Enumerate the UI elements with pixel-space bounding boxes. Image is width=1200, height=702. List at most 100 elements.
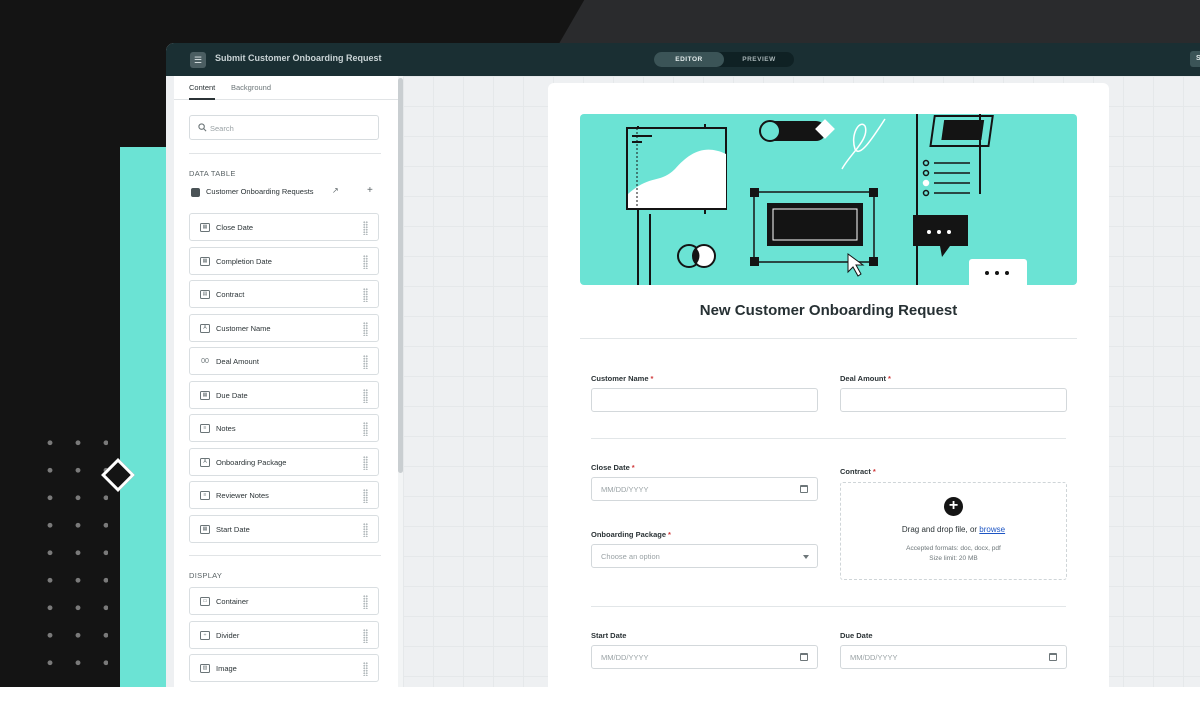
drag-handle-icon[interactable] [363,455,368,470]
chevron-down-icon[interactable] [803,555,809,559]
due-date-input[interactable]: MM/DD/YYYY [840,645,1067,669]
field-item-label: Onboarding Package [216,457,287,467]
customer-name-label: Customer Name * [591,374,654,383]
notes-icon: ≡ [200,491,210,500]
field-item[interactable]: A Onboarding Package [189,447,379,476]
calendar-icon: ▦ [200,256,210,266]
form-canvas: New Customer Onboarding Request Customer… [403,76,1200,687]
form-banner-illustration [580,114,1077,285]
field-item[interactable]: ÷ Divider [189,620,379,649]
due-date-placeholder: MM/DD/YYYY [850,653,898,662]
preview-mode-button[interactable]: PREVIEW [724,52,794,67]
accepted-formats: Accepted formats: doc, docx, pdf [906,545,1001,552]
sidebar-divider [189,153,381,154]
field-item-label: Container [216,597,249,606]
size-limit: Size limit: 20 MB [929,555,978,562]
field-item[interactable]: ▦ Completion Date [189,246,379,275]
form-divider [580,338,1077,339]
browse-link[interactable]: browse [979,525,1005,534]
drag-handle-icon[interactable] [363,595,368,609]
editor-mode-button[interactable]: EDITOR [654,52,724,67]
field-item[interactable]: ▦ Due Date [189,380,379,409]
close-date-placeholder: MM/DD/YYYY [601,485,649,494]
form-divider [591,606,1066,607]
calendar-icon: ▦ [200,223,210,232]
field-item[interactable]: ▦ Start Date [189,514,379,543]
form-heading: New Customer Onboarding Request [699,302,958,319]
field-item-label: Start Date [216,524,250,534]
container-icon: ▭ [200,597,210,606]
field-item-label: Deal Amount [216,357,259,366]
calendar-icon[interactable] [1049,653,1057,661]
calendar-icon: ▦ [200,524,210,534]
drag-handle-icon[interactable] [363,522,368,537]
start-date-label: Start Date [591,631,627,640]
banner-illustration [626,114,1027,285]
tab-background[interactable]: Background [231,83,271,92]
due-date-label: Due Date [840,631,873,640]
backdrop: ☰ Submit Customer Onboarding Request EDI… [0,0,1200,687]
close-date-label: Close Date * [591,463,635,472]
deal-amount-input[interactable] [840,388,1067,412]
file-icon: ▤ [200,290,210,299]
drag-handle-icon[interactable] [363,288,368,302]
drag-handle-icon[interactable] [363,321,368,336]
drag-handle-icon[interactable] [363,254,368,269]
search-input[interactable] [210,121,370,135]
header-action-button[interactable]: S [1190,51,1200,67]
field-item-label: Divider [216,630,240,640]
calendar-icon[interactable] [800,485,808,493]
drag-handle-icon[interactable] [363,628,368,643]
field-item-label: Due Date [216,390,248,400]
calendar-icon: ▦ [200,390,210,400]
field-item[interactable]: ▭ Container [189,587,379,615]
divider-icon: ÷ [200,630,210,640]
add-icon[interactable]: + [367,185,373,196]
contract-label: Contract * [840,467,876,476]
start-date-placeholder: MM/DD/YYYY [601,653,649,662]
field-item[interactable]: ≡ Reviewer Notes [189,481,379,509]
upload-plus-icon[interactable]: + [944,497,963,516]
field-item[interactable]: ▦ Close Date [189,213,379,241]
start-date-input[interactable]: MM/DD/YYYY [591,645,818,669]
field-item-label: Contract [216,290,245,299]
number-icon: 00 [201,358,209,365]
contract-dropzone[interactable]: + Drag and drop file, or browse Accepted… [840,482,1067,580]
external-link-icon[interactable]: ↗ [332,186,339,195]
field-item-label: Close Date [216,223,254,232]
field-item[interactable]: ▤ Contract [189,280,379,308]
field-item[interactable]: ▨ Image [189,654,379,682]
drag-handle-icon[interactable] [363,422,368,436]
calendar-icon[interactable] [800,653,808,661]
data-table-heading: DATA TABLE [189,169,236,178]
sidebar-tabs: Content Background [174,76,398,100]
deal-amount-label: Deal Amount * [840,374,891,383]
app-window: ☰ Submit Customer Onboarding Request EDI… [166,43,1200,687]
drag-handle-icon[interactable] [363,355,368,369]
notes-icon: ≡ [200,424,210,433]
field-item-label: Reviewer Notes [216,491,269,500]
search-box [189,115,379,140]
form-app-icon: ☰ [190,52,206,68]
field-item-label: Notes [216,424,236,433]
drag-handle-icon[interactable] [363,388,368,403]
drag-handle-icon[interactable] [363,221,368,235]
search-icon [198,123,207,132]
onboarding-package-select[interactable]: Choose an option [591,544,818,568]
onboarding-package-placeholder: Choose an option [601,552,660,561]
onboarding-package-label: Onboarding Package * [591,530,671,539]
field-item[interactable]: A Customer Name [189,313,379,342]
display-heading: DISPLAY [189,571,223,580]
dropzone-instructions: Drag and drop file, or browse [901,525,1006,534]
field-item[interactable]: 00 Deal Amount [189,347,379,375]
drag-handle-icon[interactable] [363,489,368,503]
data-table-name: Customer Onboarding Requests [206,187,314,196]
tab-content[interactable]: Content [189,83,216,100]
data-table-row[interactable]: Customer Onboarding Requests ↗ + [189,185,379,200]
field-item[interactable]: ≡ Notes [189,414,379,442]
mode-switch: EDITOR PREVIEW [654,52,794,67]
window-title: Submit Customer Onboarding Request [215,53,382,63]
drag-handle-icon[interactable] [363,662,368,676]
customer-name-input[interactable] [591,388,818,412]
close-date-input[interactable]: MM/DD/YYYY [591,477,818,501]
